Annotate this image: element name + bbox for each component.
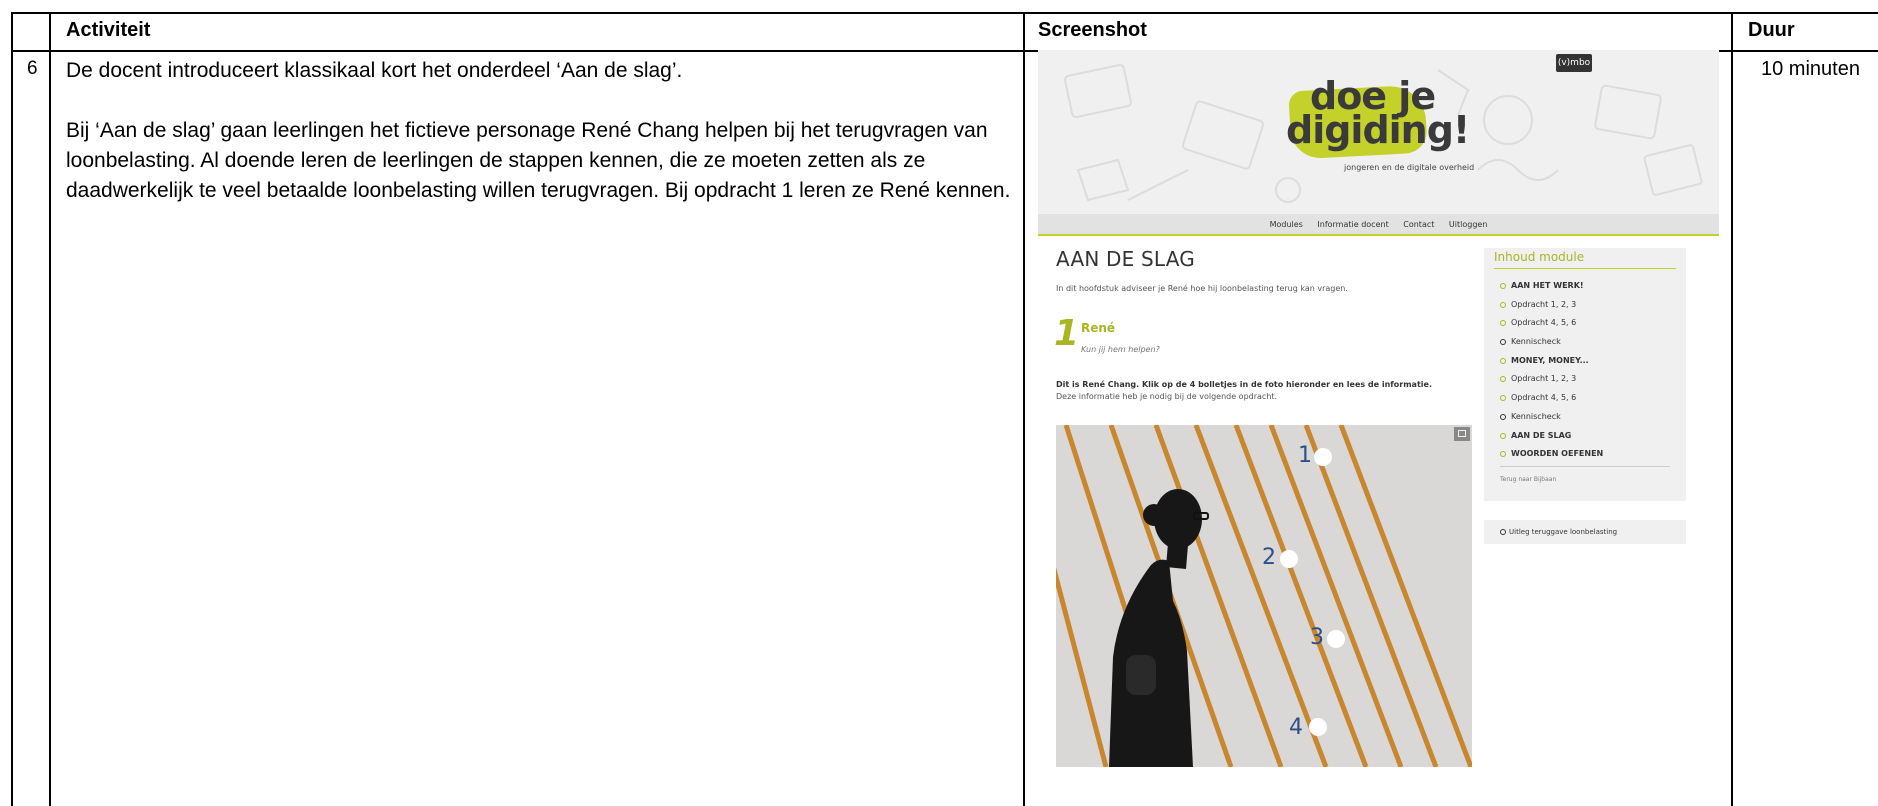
site-nav: Modules Informatie docent Contact Uitlog… — [1038, 214, 1719, 236]
sidebar-item[interactable]: Opdracht 4, 5, 6 — [1500, 317, 1603, 336]
hotspot-dot[interactable] — [1309, 718, 1327, 736]
sidebar-title: Inhoud module — [1494, 250, 1585, 264]
bullet-icon — [1500, 283, 1506, 289]
rene-photo: 1 2 3 4 — [1056, 425, 1472, 767]
sidebar-item-label: Opdracht 4, 5, 6 — [1511, 393, 1577, 403]
section-title: René — [1081, 321, 1116, 335]
sidebar-list: AAN HET WERK! Opdracht 1, 2, 3 Opdracht … — [1500, 280, 1603, 467]
hotspot-number: 4 — [1289, 715, 1303, 740]
column-border — [11, 12, 13, 806]
logo-line2: digiding! — [1286, 108, 1470, 152]
instruction-text: Deze informatie heb je nodig bij de volg… — [1056, 392, 1278, 401]
site-logo[interactable]: doe je digiding! — [1286, 77, 1470, 152]
table-top-border — [11, 12, 1878, 14]
bullet-icon — [1500, 320, 1506, 327]
bullet-icon — [1500, 413, 1506, 420]
bullet-icon — [1500, 529, 1506, 535]
bullet-icon — [1500, 357, 1506, 364]
sidebar-item-label: AAN HET WERK! — [1511, 281, 1584, 290]
hotspot-dot[interactable] — [1314, 448, 1332, 466]
site-header: (v)mbo doe je digiding! jongeren en de d… — [1038, 50, 1719, 214]
activity-paragraph: De docent introduceert klassikaal kort h… — [66, 59, 683, 82]
header-duur: Duur — [1748, 19, 1795, 41]
sidebar-item-label: AAN DE SLAG — [1511, 430, 1572, 440]
column-border — [49, 12, 51, 806]
hotspot-number: 1 — [1298, 443, 1312, 468]
intro-text: In dit hoofdstuk adviseer je René hoe hi… — [1056, 284, 1348, 293]
section-subtitle: Kun jij hem helpen? — [1081, 345, 1160, 354]
sidebar-divider — [1494, 268, 1676, 269]
sidebar-item[interactable]: AAN DE SLAG — [1500, 430, 1603, 449]
section-number: 1 — [1054, 313, 1080, 354]
nav-modules[interactable]: Modules — [1270, 220, 1303, 229]
sidebar-separator — [1500, 466, 1670, 467]
sidebar-item-label: Opdracht 1, 2, 3 — [1511, 374, 1577, 384]
hotspot-dot[interactable] — [1280, 550, 1298, 568]
page-title: AAN DE SLAG — [1056, 247, 1195, 271]
expand-icon[interactable] — [1454, 427, 1470, 441]
hotspot-dot[interactable] — [1327, 630, 1345, 648]
activity-paragraph: Bij ‘Aan de slag’ gaan leerlingen het fi… — [66, 119, 1011, 202]
nav-informatie-docent[interactable]: Informatie docent — [1317, 220, 1388, 229]
sidebar-item[interactable]: MONEY, MONEY... — [1500, 355, 1603, 374]
module-sidebar: Inhoud module AAN HET WERK! Opdracht 1, … — [1484, 248, 1686, 501]
instruction-bold: Dit is René Chang. Klik op de 4 bolletje… — [1056, 380, 1432, 389]
bullet-icon — [1500, 395, 1506, 402]
sidebar-item-label: Opdracht 1, 2, 3 — [1511, 299, 1577, 309]
sidebar-item[interactable]: WOORDEN OEFENEN — [1500, 448, 1603, 467]
sidebar-item[interactable]: Opdracht 1, 2, 3 — [1500, 299, 1603, 318]
sidebar-item[interactable]: Opdracht 4, 5, 6 — [1500, 392, 1603, 411]
uitleg-link[interactable]: Uitleg teruggave loonbelasting — [1500, 528, 1617, 536]
photo-illustration — [1056, 425, 1472, 767]
nav-uitloggen[interactable]: Uitloggen — [1449, 220, 1487, 229]
hotspot-number: 3 — [1310, 625, 1324, 650]
sidebar-item-label: WOORDEN OEFENEN — [1511, 449, 1604, 459]
bullet-icon — [1500, 451, 1506, 458]
hotspot-number: 2 — [1262, 545, 1276, 570]
back-link[interactable]: Terug naar Bijbaan — [1500, 476, 1556, 483]
activity-text: De docent introduceert klassikaal kort h… — [66, 56, 1026, 206]
column-border — [1731, 12, 1733, 806]
duration-value: 10 minuten — [1761, 58, 1860, 80]
level-badge[interactable]: (v)mbo — [1556, 54, 1592, 72]
sidebar-item-label: MONEY, MONEY... — [1511, 355, 1589, 365]
uitleg-link-label: Uitleg teruggave loonbelasting — [1509, 528, 1618, 536]
bullet-icon — [1500, 301, 1506, 308]
header-activiteit: Activiteit — [66, 19, 151, 41]
header-screenshot: Screenshot — [1038, 19, 1147, 41]
nav-contact[interactable]: Contact — [1403, 220, 1434, 229]
bullet-icon — [1500, 339, 1506, 346]
sidebar-item-label: Kennischeck — [1511, 411, 1561, 421]
row-number: 6 — [27, 58, 38, 79]
logo-tagline: jongeren en de digitale overheid — [1344, 163, 1475, 172]
uitleg-box: Uitleg teruggave loonbelasting — [1484, 520, 1686, 544]
sidebar-item[interactable]: Opdracht 1, 2, 3 — [1500, 373, 1603, 392]
website-screenshot: (v)mbo doe je digiding! jongeren en de d… — [1038, 50, 1719, 806]
sidebar-item[interactable]: AAN HET WERK! — [1500, 280, 1603, 299]
bullet-icon — [1500, 432, 1506, 439]
sidebar-item-label: Kennischeck — [1511, 337, 1561, 347]
bullet-icon — [1500, 376, 1506, 383]
sidebar-item-label: Opdracht 4, 5, 6 — [1511, 318, 1577, 328]
sidebar-item[interactable]: Kennischeck — [1500, 411, 1603, 430]
sidebar-item[interactable]: Kennischeck — [1500, 336, 1603, 355]
